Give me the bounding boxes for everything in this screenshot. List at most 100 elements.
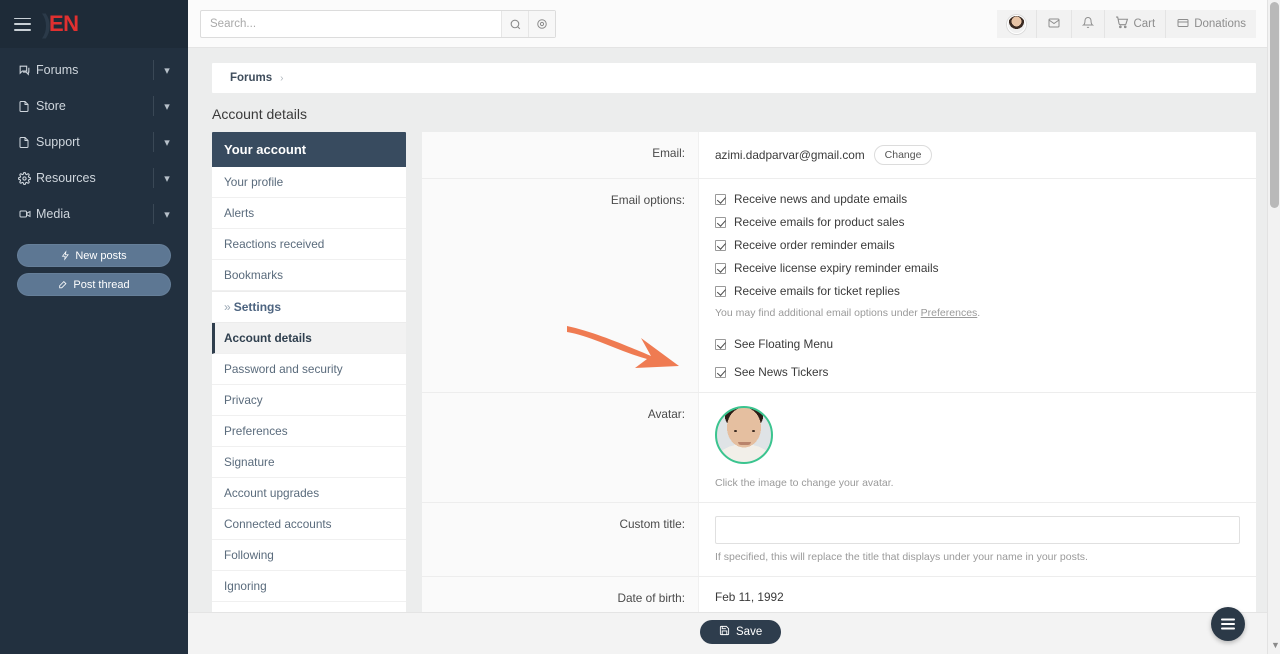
sidebar-item-privacy[interactable]: Privacy — [212, 385, 406, 416]
checkbox-row[interactable]: Receive news and update emails — [715, 192, 1240, 206]
sidebar-item-account-details[interactable]: Account details — [212, 323, 406, 354]
cart-icon — [1115, 16, 1129, 32]
sidebar-item-preferences[interactable]: Preferences — [212, 416, 406, 447]
checkbox-row[interactable]: See Floating Menu — [715, 337, 1240, 351]
sidebar-item-bookmarks[interactable]: Bookmarks — [212, 260, 406, 291]
lightning-icon — [61, 250, 70, 261]
cart-button[interactable]: Cart — [1105, 10, 1166, 38]
sidebar-item-connected-accounts[interactable]: Connected accounts — [212, 509, 406, 540]
post-thread-label: Post thread — [73, 279, 129, 291]
sidebar-item-forums[interactable]: Forums ▾ — [0, 52, 188, 88]
store-icon — [18, 100, 36, 113]
checkbox-row[interactable]: Receive license expiry reminder emails — [715, 261, 1240, 275]
form-row-email-options: Email options: Receive news and update e… — [422, 179, 1256, 393]
sidebar-item-ignoring[interactable]: Ignoring — [212, 571, 406, 602]
bell-icon — [1082, 16, 1094, 32]
form-row-custom-title: Custom title: If specified, this will re… — [422, 503, 1256, 577]
checkbox-ticket-replies[interactable] — [715, 286, 726, 297]
checkbox-order-reminder[interactable] — [715, 240, 726, 251]
scroll-down-arrow-icon[interactable]: ▼ — [1271, 640, 1280, 650]
divider — [153, 60, 154, 80]
page-scrollbar[interactable]: ▼ — [1267, 0, 1280, 654]
email-label: Email: — [422, 132, 699, 178]
chevron-down-icon[interactable]: ▾ — [156, 64, 178, 77]
avatar — [1007, 15, 1026, 34]
email-options-hint: You may find additional email options un… — [715, 307, 1240, 319]
sidebar-item-resources[interactable]: Resources ▾ — [0, 160, 188, 196]
account-nav: Your account Your profile Alerts Reactio… — [212, 132, 406, 654]
checkbox-news-updates[interactable] — [715, 194, 726, 205]
donations-button[interactable]: Donations — [1166, 10, 1256, 38]
sidebar-item-password-and-security[interactable]: Password and security — [212, 354, 406, 385]
sidebar-item-media[interactable]: Media ▾ — [0, 196, 188, 232]
checkbox-label: Receive news and update emails — [734, 192, 907, 206]
inbox-button[interactable] — [1037, 10, 1072, 38]
forums-icon — [18, 64, 36, 77]
sidebar-header: ) EN — [0, 0, 188, 48]
sidebar-item-support[interactable]: Support ▾ — [0, 124, 188, 160]
chevron-down-icon[interactable]: ▾ — [156, 100, 178, 113]
floating-menu-button[interactable] — [1211, 607, 1245, 641]
breadcrumb-item-forums[interactable]: Forums — [230, 72, 272, 84]
email-options-label: Email options: — [422, 179, 699, 392]
save-button[interactable]: Save — [700, 620, 781, 644]
hamburger-icon[interactable] — [14, 18, 31, 31]
alerts-button[interactable] — [1072, 10, 1105, 38]
sidebar-item-your-profile[interactable]: Your profile — [212, 167, 406, 198]
new-posts-label: New posts — [75, 250, 126, 262]
sidebar-item-store[interactable]: Store ▾ — [0, 88, 188, 124]
search-input[interactable] — [201, 11, 501, 37]
account-nav-block: Your account Your profile Alerts Reactio… — [212, 132, 406, 632]
sidebar-item-label: Support — [36, 135, 156, 149]
sidebar-item-following[interactable]: Following — [212, 540, 406, 571]
sidebar-item-reactions-received[interactable]: Reactions received — [212, 229, 406, 260]
new-posts-button[interactable]: New posts — [17, 244, 171, 267]
checkbox-row[interactable]: Receive order reminder emails — [715, 238, 1240, 252]
sidebar-item-alerts[interactable]: Alerts — [212, 198, 406, 229]
checkbox-license-expiry[interactable] — [715, 263, 726, 274]
scrollbar-thumb[interactable] — [1270, 2, 1279, 208]
site-logo[interactable]: ) EN — [42, 4, 79, 44]
divider — [153, 204, 154, 224]
email-body: azimi.dadparvar@gmail.com Change — [699, 132, 1256, 178]
left-sidebar: ) EN Forums ▾ Store ▾ — [0, 0, 188, 654]
checkbox-floating-menu[interactable] — [715, 339, 726, 350]
media-video-icon — [18, 208, 36, 220]
save-label: Save — [736, 626, 762, 638]
hint-text-after: . — [977, 307, 980, 319]
checkbox-row[interactable]: Receive emails for product sales — [715, 215, 1240, 229]
account-details-form: Email: azimi.dadparvar@gmail.com Change … — [422, 132, 1256, 652]
checkbox-label: Receive license expiry reminder emails — [734, 261, 939, 275]
sidebar-item-account-upgrades[interactable]: Account upgrades — [212, 478, 406, 509]
user-menu-button[interactable] — [997, 10, 1037, 38]
avatar[interactable] — [715, 406, 773, 464]
settings-label: Settings — [234, 300, 281, 314]
date-of-birth-value: Feb 11, 1992 — [715, 590, 1240, 604]
search-options-gear-icon[interactable] — [528, 11, 555, 37]
donations-label: Donations — [1194, 18, 1246, 30]
avatar-label: Avatar: — [422, 393, 699, 502]
sidebar-item-label: Store — [36, 99, 156, 113]
save-bar: Save — [188, 612, 1280, 654]
preferences-link[interactable]: Preferences — [921, 307, 978, 319]
chevron-down-icon[interactable]: ▾ — [156, 208, 178, 221]
resources-gear-icon — [18, 172, 36, 185]
sidebar-action-buttons: New posts Post thread — [0, 232, 188, 302]
pencil-icon — [58, 279, 68, 290]
sidebar-item-signature[interactable]: Signature — [212, 447, 406, 478]
breadcrumb-separator: › — [280, 73, 283, 84]
divider — [153, 132, 154, 152]
two-column-layout: Your account Your profile Alerts Reactio… — [212, 132, 1256, 654]
checkbox-product-sales[interactable] — [715, 217, 726, 228]
post-thread-button[interactable]: Post thread — [17, 273, 171, 296]
checkbox-row[interactable]: Receive emails for ticket replies — [715, 284, 1240, 298]
change-email-button[interactable]: Change — [874, 145, 933, 165]
checkbox-news-tickers[interactable] — [715, 367, 726, 378]
extra-options: See Floating Menu See News Tickers — [715, 337, 1240, 379]
checkbox-row[interactable]: See News Tickers — [715, 365, 1240, 379]
custom-title-input[interactable] — [715, 516, 1240, 544]
chevron-down-icon[interactable]: ▾ — [156, 136, 178, 149]
logo-text: EN — [49, 4, 79, 44]
chevron-down-icon[interactable]: ▾ — [156, 172, 178, 185]
search-icon[interactable] — [501, 11, 528, 37]
